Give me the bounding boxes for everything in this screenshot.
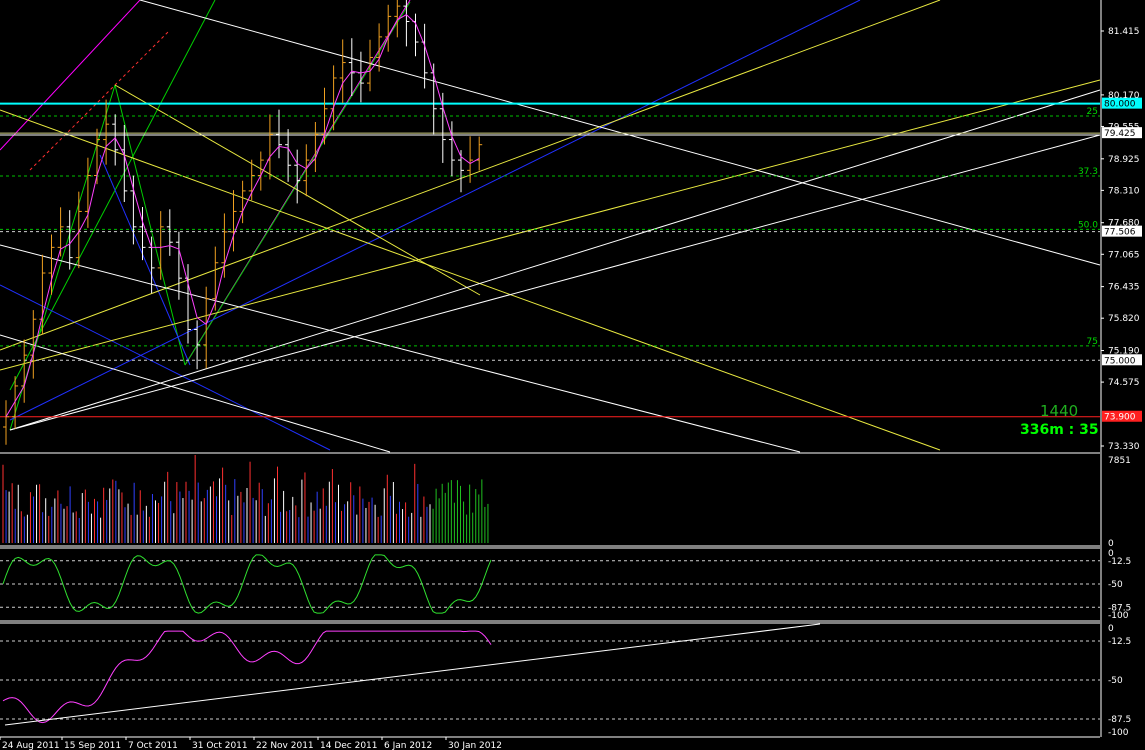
fib-level-label: 25 <box>1087 107 1098 117</box>
volume-tick-label: 0 <box>1108 539 1114 549</box>
trendline-11[interactable] <box>0 79 1101 371</box>
time-tick-label: 31 Oct 2011 <box>192 741 248 750</box>
time-tick-label: 14 Dec 2011 <box>320 741 378 750</box>
oscillator-line <box>2 630 492 724</box>
volume-tick-label: 7851 <box>1108 456 1131 466</box>
oscillator-tick-label: -100 <box>1108 611 1129 621</box>
price-tick-label: 78.925 <box>1108 155 1140 165</box>
price-tick-label: 81.415 <box>1108 27 1140 37</box>
trendline-8[interactable] <box>0 284 331 451</box>
trendline-14[interactable] <box>139 0 1101 266</box>
trendline-18[interactable] <box>0 334 391 453</box>
trendline-2[interactable] <box>9 0 216 391</box>
price-tick-label: 78.310 <box>1108 186 1140 196</box>
panel-frames <box>0 0 1102 738</box>
trendline-3[interactable] <box>114 84 186 366</box>
price-tag-label: 77.506 <box>1104 228 1136 238</box>
oscillator-tick-label: -50 <box>1108 676 1123 686</box>
oscillator-panels <box>0 554 1100 726</box>
price-tick-label: 77.680 <box>1108 219 1140 229</box>
time-tick-label: 15 Sep 2011 <box>64 741 121 750</box>
price-chart-canvas[interactable]: 2537.350.07580.00079.42577.50675.00073.9… <box>0 0 1145 750</box>
trendline-0[interactable] <box>0 0 141 151</box>
fib-level-label: 37.3 <box>1078 167 1098 177</box>
trendline-17[interactable] <box>0 244 801 453</box>
price-tick-label: 75.190 <box>1108 347 1140 357</box>
oscillator-tick-label: 0 <box>1108 624 1114 634</box>
oscillator-trendline[interactable] <box>4 623 821 726</box>
price-tag-label: 75.000 <box>1104 356 1136 366</box>
oscillator-tick-label: -12.5 <box>1108 557 1131 567</box>
price-tag-label: 80.000 <box>1104 100 1136 110</box>
fib-level-label: 50.0 <box>1078 220 1098 230</box>
time-axis: 24 Aug 2011 15 Sep 2011 7 Oct 2011 31 Oct 2… <box>0 737 502 750</box>
trendline-5[interactable] <box>9 84 116 431</box>
price-tick-label: 73.330 <box>1108 442 1140 452</box>
chart-window: 25 37.3 50.0 75 80.000 79.425 77.506 75.000 73.9… <box>0 0 1145 750</box>
time-tick-label: 24 Aug 2011 <box>2 741 60 750</box>
trendline-drawings[interactable] <box>0 0 1101 453</box>
trendline-16[interactable] <box>9 134 1101 431</box>
price-tick-label: 76.435 <box>1108 283 1140 293</box>
price-tick-label: 79.555 <box>1108 122 1140 132</box>
trendline-9[interactable] <box>99 154 191 366</box>
price-tag-label: 73.900 <box>1104 413 1136 423</box>
oscillator-tick-label: -87.5 <box>1108 715 1131 725</box>
trendline-15[interactable] <box>9 89 1101 431</box>
price-tick-label: 75.820 <box>1108 314 1140 324</box>
bar-timer-label: 336m : 35 <box>1020 422 1099 438</box>
oscillator-tick-label: -100 <box>1108 728 1129 738</box>
period-label: 1440 <box>1040 402 1078 420</box>
time-tick-label: 6 Jan 2012 <box>384 741 432 750</box>
price-tick-label: 80.170 <box>1108 91 1140 101</box>
price-levels[interactable]: 2537.350.07580.00079.42577.50675.00073.9… <box>0 97 1142 423</box>
volume-histogram <box>2 455 489 543</box>
price-tick-label: 74.575 <box>1108 378 1140 388</box>
time-tick-label: 22 Nov 2011 <box>256 741 314 750</box>
oscillator-tick-label: -50 <box>1108 580 1123 590</box>
fib-level-label: 75 <box>1087 337 1098 347</box>
oscillator-tick-label: -12.5 <box>1108 637 1131 647</box>
time-tick-label: 30 Jan 2012 <box>448 741 502 750</box>
time-tick-label: 7 Oct 2011 <box>128 741 178 750</box>
trendline-6[interactable] <box>29 29 171 171</box>
price-tick-label: 77.065 <box>1108 250 1140 260</box>
